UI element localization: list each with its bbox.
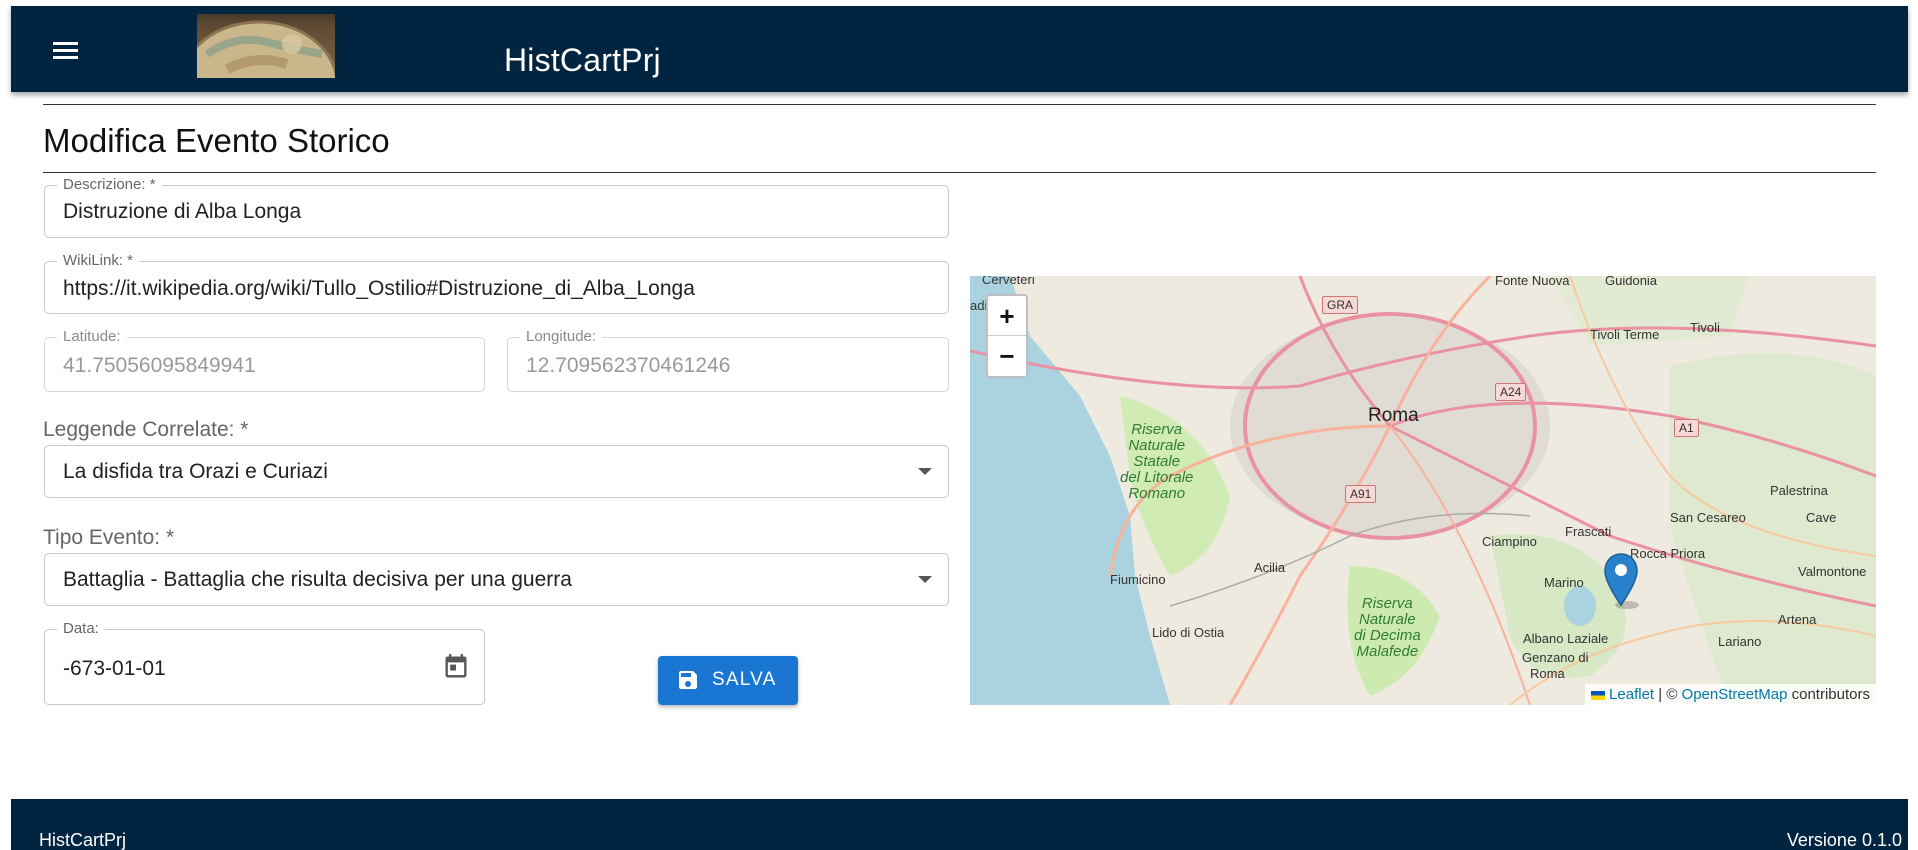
- place-lariano: Lariano: [1718, 634, 1762, 649]
- place-tivoli-terme: Tivoli Terme: [1590, 327, 1660, 342]
- leaflet-link[interactable]: Leaflet: [1609, 686, 1654, 703]
- app-bar: HistCartPrj: [11, 6, 1908, 92]
- place-genzano: Genzano di: [1522, 650, 1589, 665]
- place-fiumicino: Fiumicino: [1110, 572, 1166, 587]
- footer-app-name: HistCartPrj: [39, 830, 127, 850]
- road-gra: GRA: [1322, 296, 1359, 314]
- place-riserva-litorale: Riserva Naturale Statale del Litorale Ro…: [1120, 421, 1194, 502]
- latitude-value: 41.75056095849941: [63, 354, 256, 377]
- longitude-field: Longitude: 12.709562370461246: [507, 328, 949, 392]
- openstreetmap-link[interactable]: OpenStreetMap: [1682, 686, 1788, 703]
- dropdown-arrow-icon: [918, 468, 932, 475]
- divider-top: [43, 104, 1876, 105]
- descrizione-field[interactable]: Descrizione: * Distruzione di Alba Longa: [44, 176, 949, 238]
- map-attribution: Leaflet | © OpenStreetMap contributors: [1585, 684, 1876, 705]
- place-valmontone: Valmontone: [1798, 564, 1867, 579]
- place-acilia: Acilia: [1254, 560, 1286, 575]
- latitude-label: Latitude:: [57, 328, 127, 346]
- longitude-value: 12.709562370461246: [526, 354, 731, 377]
- wikilink-label: WikiLink: *: [57, 252, 140, 270]
- place-marino: Marino: [1544, 575, 1584, 590]
- page-title: Modifica Evento Storico: [43, 122, 390, 159]
- place-guidonia: Guidonia: [1605, 276, 1658, 288]
- road-a91: A91: [1345, 485, 1377, 503]
- longitude-label: Longitude:: [520, 328, 603, 346]
- place-lido-di-ostia: Lido di Ostia: [1152, 625, 1225, 640]
- data-label: Data:: [57, 620, 105, 638]
- place-cerveteri: Cerveteri: [982, 276, 1035, 287]
- map[interactable]: Cerveteri adi Fonte Nuova Guidonia Tivol…: [970, 276, 1876, 705]
- place-tivoli: Tivoli: [1690, 320, 1720, 335]
- calendar-icon[interactable]: [442, 652, 470, 682]
- tipo-evento-label: Tipo Evento: *: [43, 526, 175, 549]
- place-frascati: Frascati: [1565, 524, 1612, 539]
- descrizione-value: Distruzione di Alba Longa: [63, 200, 302, 223]
- place-artena: Artena: [1778, 612, 1817, 627]
- globe-logo: [197, 14, 335, 78]
- floppy-disk-icon: [679, 671, 697, 689]
- wikilink-field[interactable]: WikiLink: * https://it.wikipedia.org/wik…: [44, 252, 949, 314]
- place-rocca-priora: Rocca Priora: [1630, 546, 1706, 561]
- latitude-field: Latitude: 41.75056095849941: [44, 328, 485, 392]
- place-roma: Roma: [1368, 405, 1419, 426]
- zoom-control: + −: [986, 294, 1028, 378]
- save-button-label: SALVA: [712, 669, 777, 690]
- attribution-separator: | ©: [1654, 686, 1682, 703]
- tipo-evento-select[interactable]: Battaglia - Battaglia che risulta decisi…: [44, 553, 949, 606]
- menu-icon[interactable]: [39, 36, 89, 76]
- tipo-evento-value: Battaglia - Battaglia che risulta decisi…: [63, 568, 572, 591]
- data-field[interactable]: Data: -673-01-01: [44, 620, 485, 705]
- wikilink-value: https://it.wikipedia.org/wiki/Tullo_Osti…: [63, 277, 695, 300]
- save-button[interactable]: SALVA: [658, 656, 798, 705]
- leggende-label: Leggende Correlate: *: [43, 418, 249, 441]
- data-value: -673-01-01: [63, 657, 166, 680]
- place-albano-laziale: Albano Laziale: [1523, 631, 1609, 646]
- leggende-select[interactable]: La disfida tra Orazi e Curiazi: [44, 445, 949, 498]
- place-fonte-nuova: Fonte Nuova: [1495, 276, 1570, 288]
- zoom-out-button[interactable]: −: [988, 336, 1026, 376]
- dropdown-arrow-icon: [918, 576, 932, 583]
- leggende-value: La disfida tra Orazi e Curiazi: [63, 460, 328, 483]
- place-san-cesareo: San Cesareo: [1670, 510, 1746, 525]
- divider-bottom: [43, 172, 1876, 173]
- place-cave: Cave: [1806, 510, 1837, 525]
- zoom-in-button[interactable]: +: [988, 296, 1026, 336]
- place-riserva-decima: Riserva Naturale di Decima Malafede: [1354, 595, 1421, 660]
- map-pin-icon[interactable]: [1603, 553, 1639, 609]
- road-a1: A1: [1674, 419, 1699, 437]
- footer: HistCartPrj Versione 0.1.0: [11, 799, 1908, 850]
- attribution-suffix: contributors: [1787, 686, 1870, 703]
- app-title: HistCartPrj: [504, 42, 661, 78]
- footer-version: Versione 0.1.0: [1786, 830, 1902, 850]
- place-ciampino: Ciampino: [1482, 534, 1537, 549]
- place-ladispoli: adi: [970, 298, 988, 313]
- road-a24: A24: [1495, 383, 1527, 401]
- place-genzano-roma: Roma: [1530, 666, 1565, 681]
- place-palestrina: Palestrina: [1770, 483, 1828, 498]
- ukraine-flag-icon: [1591, 690, 1606, 700]
- descrizione-label: Descrizione: *: [57, 176, 162, 194]
